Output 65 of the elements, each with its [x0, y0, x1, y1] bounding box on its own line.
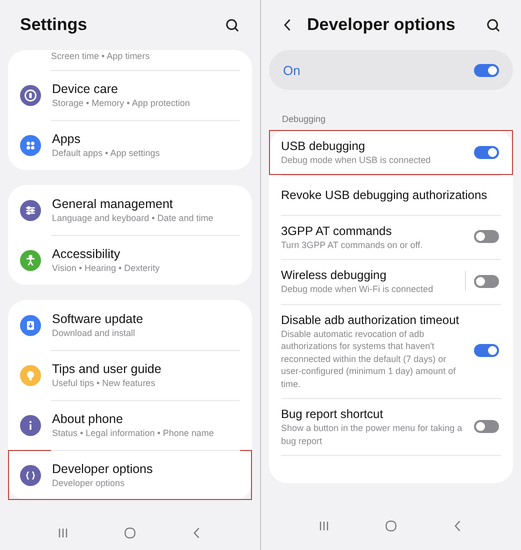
master-switch-bar[interactable]: On: [269, 50, 513, 90]
item-subtitle: Language and keyboard • Date and time: [52, 212, 214, 224]
settings-item[interactable]: About phone Status • Legal information • Phone name: [8, 400, 252, 450]
item-subtitle: Screen time • App timers: [51, 50, 150, 62]
setting-row[interactable]: Bug report shortcut Show a button in the power menu for taking a bug report: [269, 398, 513, 455]
toggle-switch[interactable]: [474, 274, 499, 288]
setting-description: Turn 3GPP AT commands on or off.: [281, 238, 424, 251]
setting-description: Disable automatic revocation of adb authorizations for systems that haven't reconnected within the default (7 days) or user-configured (minimum 1 day) amount of time.: [281, 328, 457, 390]
setting-title: Revoke USB debugging authorizations: [281, 186, 488, 202]
settings-item[interactable]: Tips and user guide Useful tips • New features: [8, 350, 252, 400]
setting-description: Debug mode when Wi-Fi is connected: [281, 283, 434, 296]
item-title: About phone: [52, 411, 124, 427]
setting-description: Debug mode when USB is connected: [281, 154, 432, 166]
sliders-icon: [20, 200, 41, 220]
setting-row[interactable]: Disable adb authorization timeout Disable automatic revocation of adb authorizations for systems that haven't reconnected within the default (7 days) or user-configured (minimum 1 day) amount of time.: [269, 304, 513, 398]
toggle-switch[interactable]: [474, 344, 499, 358]
setting-row[interactable]: USB debugging Debug mode when USB is connected: [269, 130, 513, 174]
home-icon[interactable]: [122, 526, 137, 540]
item-title: Developer options: [52, 461, 154, 477]
info-icon: [20, 414, 41, 436]
item-subtitle: Status • Legal information • Phone name: [52, 427, 215, 439]
setting-title: 3GPP AT commands: [281, 222, 393, 238]
device-care-icon: [20, 84, 41, 106]
setting-title: Disable adb authorization timeout: [281, 312, 460, 328]
toggle-switch[interactable]: [474, 146, 499, 159]
toggle-switch[interactable]: [474, 64, 499, 76]
setting-title: USB debugging: [281, 138, 366, 154]
item-title: Software update: [52, 311, 144, 327]
screen-title: Settings: [20, 15, 88, 35]
download-icon: [20, 314, 41, 336]
screen-title: Developer options: [307, 15, 456, 35]
settings-item[interactable]: Accessibility Vision • Hearing • Dexterity: [8, 235, 252, 285]
item-subtitle: Download and install: [52, 327, 136, 339]
item-title: General management: [52, 196, 174, 212]
lightbulb-icon: [20, 364, 41, 386]
section-header: Debugging: [281, 113, 327, 126]
item-title: Apps: [52, 131, 82, 147]
item-subtitle: Developer options: [52, 477, 126, 489]
setting-row[interactable]: Wireless debugging Debug mode when Wi-Fi is connected: [269, 259, 513, 304]
switch-label: On: [283, 62, 300, 78]
settings-item[interactable]: Device care Storage • Memory • App protection: [8, 70, 252, 120]
item-title: Accessibility: [52, 246, 122, 262]
item-subtitle: Storage • Memory • App protection: [52, 97, 191, 109]
setting-row[interactable]: 3GPP AT commands Turn 3GPP AT commands on or off.: [269, 214, 513, 259]
settings-item[interactable]: Software update Download and install: [8, 300, 252, 350]
toggle-switch[interactable]: [474, 230, 499, 244]
search-icon[interactable]: [225, 18, 240, 32]
item-subtitle: Default apps • App settings: [52, 147, 161, 159]
braces-icon: [20, 464, 41, 486]
setting-row[interactable]: Revoke USB debugging authorizations: [269, 174, 513, 214]
toggle-switch[interactable]: [474, 420, 499, 433]
settings-item[interactable]: Apps Default apps • App settings: [8, 120, 252, 170]
apps-grid-icon: [20, 134, 41, 156]
settings-item[interactable]: Developer options Developer options: [8, 450, 252, 500]
item-title: Tips and user guide: [52, 361, 162, 377]
item-subtitle: Vision • Hearing • Dexterity: [52, 262, 161, 274]
setting-description: Show a button in the power menu for taking a bug report: [281, 422, 464, 447]
setting-title: Wireless debugging: [281, 267, 388, 283]
accessibility-icon: [20, 250, 41, 270]
search-icon[interactable]: [486, 18, 501, 32]
setting-title: Bug report shortcut: [281, 406, 384, 422]
home-icon[interactable]: [384, 518, 398, 532]
item-title: Device care: [52, 81, 119, 97]
settings-item[interactable]: General management Language and keyboard • Date and time: [8, 185, 252, 235]
item-subtitle: Useful tips • New features: [52, 377, 156, 389]
